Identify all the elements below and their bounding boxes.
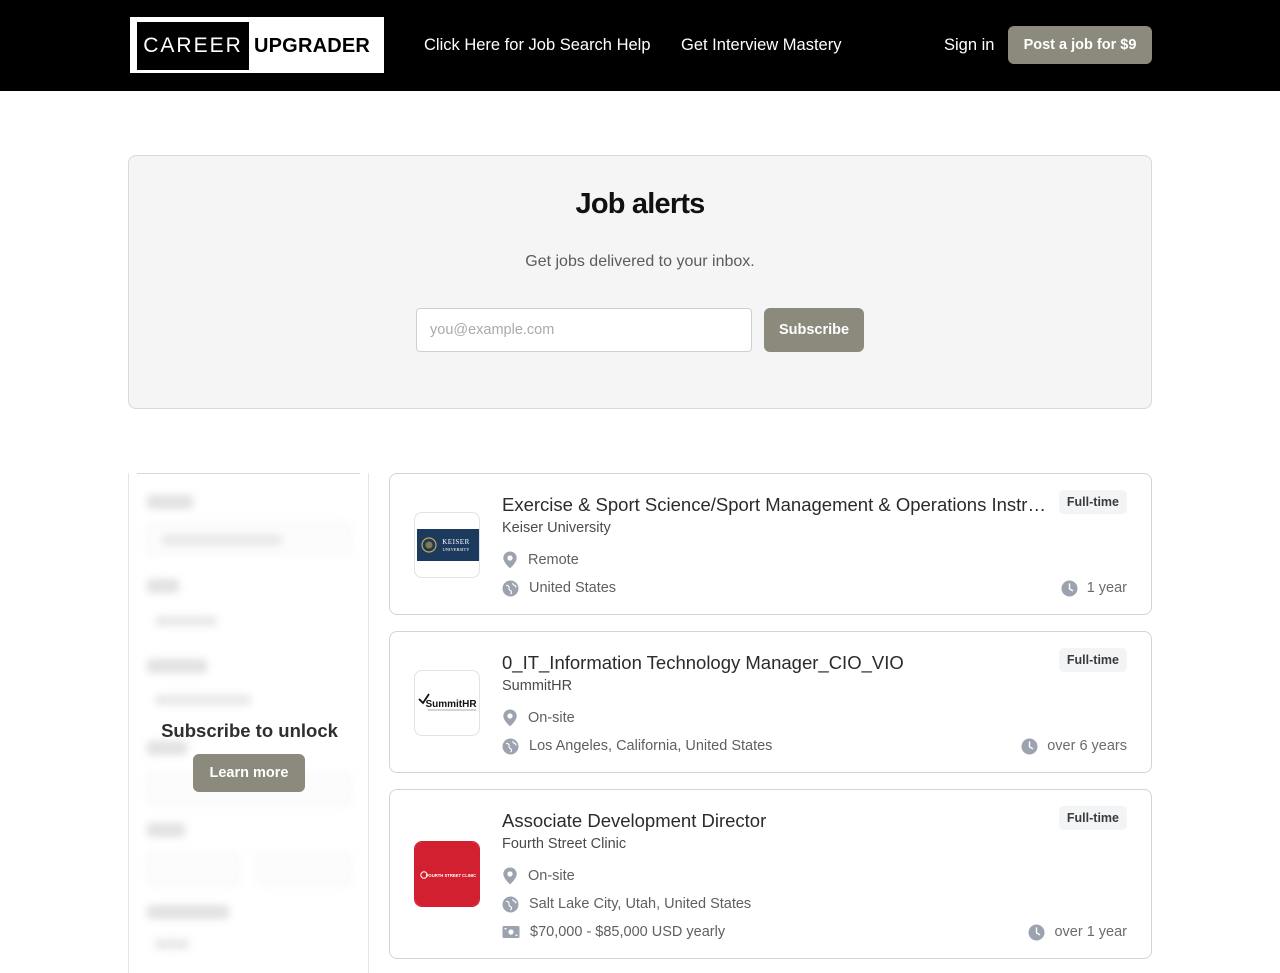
- banknote-icon: [502, 926, 520, 938]
- job-card[interactable]: KEISER UNIVERSITY Exercise & Sport Scien…: [389, 473, 1152, 615]
- posted-age: 1 year: [1061, 578, 1127, 598]
- svg-text:FOURTH STREET CLINIC: FOURTH STREET CLINIC: [426, 873, 476, 878]
- location-row: Salt Lake City, Utah, United States: [502, 894, 751, 914]
- job-type-badge: Full-time: [1058, 648, 1127, 672]
- company-name: SummitHR: [502, 678, 573, 694]
- company-logo: FOURTH STREET CLINIC: [414, 841, 480, 907]
- globe-icon: [502, 580, 519, 596]
- post-job-button[interactable]: Post a job for $9: [1008, 26, 1152, 64]
- posted-age-text: over 6 years: [1047, 738, 1127, 754]
- map-pin-icon: [503, 551, 517, 569]
- career-upgrader-logo[interactable]: CAREER UPGRADER: [130, 17, 384, 73]
- globe-icon: [502, 738, 519, 754]
- svg-text:UNIVERSITY: UNIVERSITY: [443, 547, 471, 552]
- logo-career-text: CAREER: [137, 22, 249, 70]
- learn-more-button[interactable]: Learn more: [193, 754, 305, 792]
- nav-interview-mastery-link[interactable]: Get Interview Mastery: [681, 34, 841, 56]
- email-input[interactable]: [416, 308, 752, 352]
- job-location: Los Angeles, California, United States: [529, 738, 773, 754]
- salary-row: $70,000 - $85,000 USD yearly: [502, 922, 725, 942]
- nav-job-search-help-link[interactable]: Click Here for Job Search Help: [424, 34, 651, 56]
- location-row: Los Angeles, California, United States: [502, 736, 772, 756]
- company-logo: KEISER UNIVERSITY: [414, 512, 480, 578]
- clock-icon: [1021, 738, 1038, 754]
- posted-age: over 1 year: [1028, 922, 1127, 942]
- subscribe-to-unlock-text: Subscribe to unlock: [161, 720, 338, 741]
- company-name: Keiser University: [502, 520, 611, 536]
- job-type-badge: Full-time: [1058, 806, 1127, 830]
- logo-upgrader-text: UPGRADER: [254, 35, 371, 57]
- job-title[interactable]: Associate Development Director: [502, 809, 1052, 833]
- workplace-type: On-site: [528, 868, 575, 884]
- filters-sidebar-locked: Subscribe to unlock Learn more: [128, 473, 369, 973]
- svg-text:KEISER: KEISER: [442, 538, 470, 546]
- job-alerts-subtitle: Get jobs delivered to your inbox.: [525, 253, 755, 270]
- clock-icon: [1061, 580, 1078, 596]
- posted-age-text: 1 year: [1086, 580, 1127, 596]
- workplace-row: Remote: [502, 550, 579, 570]
- job-title[interactable]: 0_IT_Information Technology Manager_CIO_…: [502, 651, 1052, 675]
- map-pin-icon: [503, 867, 517, 885]
- company-name: Fourth Street Clinic: [502, 836, 627, 852]
- job-title[interactable]: Exercise & Sport Science/Sport Managemen…: [502, 493, 1052, 517]
- job-card[interactable]: FOURTH STREET CLINIC Associate Developme…: [389, 789, 1152, 959]
- location-row: United States: [502, 578, 616, 598]
- posted-age: over 6 years: [1021, 736, 1127, 756]
- job-type-badge: Full-time: [1058, 490, 1127, 514]
- map-pin-icon: [503, 709, 517, 727]
- job-location: United States: [529, 580, 617, 596]
- job-alerts-panel: Job alerts Get jobs delivered to your in…: [128, 155, 1152, 409]
- clock-icon: [1028, 924, 1045, 940]
- subscribe-button[interactable]: Subscribe: [764, 308, 864, 352]
- salary-range: $70,000 - $85,000 USD yearly: [530, 924, 726, 940]
- workplace-row: On-site: [502, 866, 575, 886]
- workplace-type: Remote: [528, 552, 579, 568]
- job-card[interactable]: SummitHR 0_IT_Information Technology Man…: [389, 631, 1152, 773]
- globe-icon: [502, 896, 519, 912]
- top-navigation-bar: CAREER UPGRADER Click Here for Job Searc…: [0, 0, 1280, 91]
- svg-text:SummitHR: SummitHR: [425, 699, 477, 710]
- sign-in-link[interactable]: Sign in: [944, 34, 994, 56]
- workplace-row: On-site: [502, 708, 575, 728]
- company-logo: SummitHR: [414, 670, 480, 736]
- job-location: Salt Lake City, Utah, United States: [529, 896, 752, 912]
- posted-age-text: over 1 year: [1054, 924, 1127, 940]
- job-alerts-title: Job alerts: [575, 188, 706, 220]
- workplace-type: On-site: [528, 710, 575, 726]
